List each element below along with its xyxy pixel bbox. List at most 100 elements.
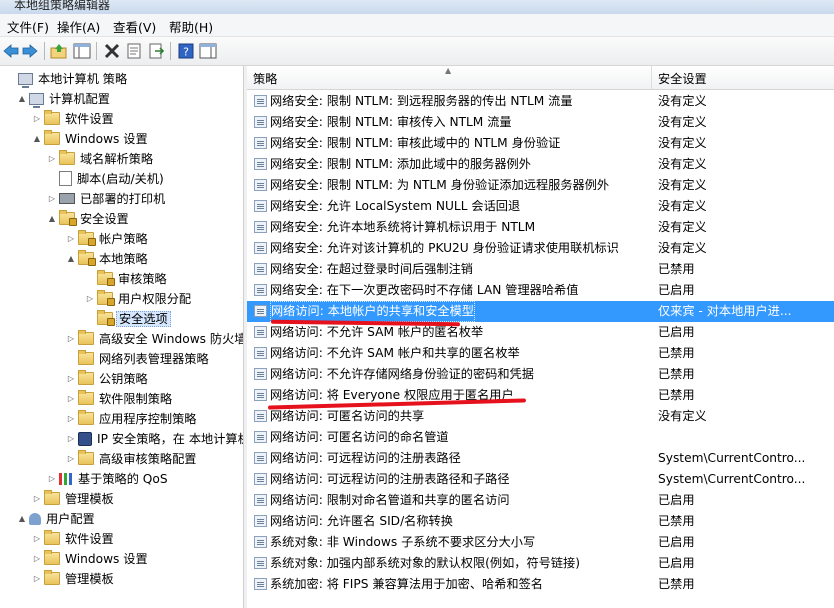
up-folder-icon[interactable] — [50, 42, 68, 60]
tree-node[interactable]: 安全选项 — [85, 308, 171, 328]
expand-toggle-icon[interactable]: ▷ — [66, 429, 76, 449]
console-tree[interactable]: 本地计算机 策略 ▲ 计算机配置 ▷ 软件设置 ▲ Windows 设置 ▷ 域名解析策略 脚本(… — [0, 66, 244, 608]
tree-node[interactable]: 脚本(启动/关机) — [47, 168, 166, 188]
tree-node-label: 管理模板 — [65, 571, 114, 586]
table-row[interactable]: 系统对象: 加强内部系统对象的默认权限(例如，符号链接) 已启用 — [247, 553, 834, 574]
tree-node[interactable]: ▷ IP 安全策略，在 本地计算机 — [66, 428, 243, 449]
tree-node[interactable]: ▲ 安全设置 — [47, 208, 131, 228]
tree-node[interactable]: ▲ 计算机配置 — [17, 88, 112, 108]
expand-toggle-icon[interactable]: ▲ — [66, 249, 76, 269]
policy-name: 网络访问: 不允许 SAM 帐户和共享的匿名枚举 — [270, 346, 520, 360]
tree-node[interactable]: ▷ 高级安全 Windows 防火墙 — [66, 328, 243, 349]
expand-toggle-icon[interactable]: ▷ — [66, 449, 76, 469]
show-tree-icon[interactable] — [73, 42, 91, 60]
expand-toggle-icon[interactable]: ▷ — [85, 289, 95, 309]
forward-arrow-icon[interactable] — [21, 42, 39, 60]
tree-node[interactable]: ▷ 基于策略的 QoS — [47, 468, 170, 488]
table-row[interactable]: 系统对象: 非 Windows 子系统不要求区分大小写 已启用 — [247, 532, 834, 553]
tree-node[interactable]: 本地计算机 策略 — [6, 68, 129, 88]
show-action-pane-icon[interactable] — [199, 42, 217, 60]
menu-file[interactable]: 文件(F) — [5, 17, 51, 36]
expand-toggle-icon[interactable]: ▷ — [47, 469, 57, 489]
tree-node[interactable]: ▷ 应用程序控制策略 — [66, 408, 199, 428]
export-icon[interactable] — [147, 42, 165, 60]
expand-toggle-icon[interactable]: ▷ — [32, 569, 42, 589]
expand-toggle-icon[interactable]: ▷ — [47, 189, 57, 209]
security-folder-icon — [97, 290, 115, 306]
help-icon[interactable]: ? — [177, 42, 195, 60]
table-row[interactable]: 网络访问: 允许匿名 SID/名称转换 已禁用 — [247, 511, 834, 532]
tree-node[interactable]: ▷ 帐户策略 — [66, 228, 150, 248]
column-header-security-setting[interactable]: 安全设置 — [652, 66, 834, 89]
tree-node[interactable]: ▷ 管理模板 — [32, 488, 116, 508]
tree-node[interactable]: ▷ 软件设置 — [32, 528, 116, 548]
security-setting-value: 已启用 — [658, 535, 695, 549]
expand-toggle-icon[interactable]: ▲ — [17, 509, 27, 529]
tree-node[interactable]: ▷ 高级审核策略配置 — [66, 448, 199, 468]
expand-toggle-icon[interactable]: ▷ — [32, 529, 42, 549]
table-row[interactable]: 网络安全: 允许对该计算机的 PKU2U 身份验证请求使用联机标识 没有定义 — [247, 238, 834, 259]
policy-icon — [254, 557, 267, 569]
tree-node[interactable]: ▷ Windows 设置 — [32, 548, 150, 568]
menu-action[interactable]: 操作(A) — [55, 17, 102, 36]
tree-node[interactable]: ▲ 用户配置 — [17, 508, 97, 528]
table-row[interactable]: 网络安全: 限制 NTLM: 审核传入 NTLM 流量 没有定义 — [247, 112, 834, 133]
tree-node-label: 已部署的打印机 — [80, 191, 166, 206]
table-row[interactable]: 网络访问: 不允许存储网络身份验证的密码和凭据 已禁用 — [247, 364, 834, 385]
table-row[interactable]: 网络访问: 本地帐户的共享和安全模型 仅来宾 - 对本地用户进... — [247, 301, 834, 322]
properties-icon[interactable] — [125, 42, 143, 60]
tree-node[interactable]: ▲ 本地策略 — [66, 248, 150, 268]
security-setting-value: 已启用 — [658, 556, 695, 570]
menu-view[interactable]: 查看(V) — [111, 17, 158, 36]
folder-icon — [44, 530, 60, 545]
table-row[interactable]: 网络访问: 不允许 SAM 帐户的匿名枚举 已启用 — [247, 322, 834, 343]
expand-toggle-icon[interactable]: ▷ — [66, 229, 76, 249]
table-row[interactable]: 网络访问: 可远程访问的注册表路径 System\CurrentContro... — [247, 448, 834, 469]
table-row[interactable]: 网络访问: 可匿名访问的共享 没有定义 — [247, 406, 834, 427]
menu-help[interactable]: 帮助(H) — [167, 17, 215, 36]
tree-node[interactable]: ▷ 域名解析策略 — [47, 148, 155, 168]
toolbar: ? — [0, 37, 834, 66]
expand-toggle-icon[interactable]: ▷ — [66, 329, 76, 349]
tree-node-label: 基于策略的 QoS — [78, 471, 168, 486]
table-row[interactable]: 网络访问: 限制对命名管道和共享的匿名访问 已启用 — [247, 490, 834, 511]
table-row[interactable]: 网络安全: 限制 NTLM: 到远程服务器的传出 NTLM 流量 没有定义 — [247, 91, 834, 112]
table-row[interactable]: 网络安全: 限制 NTLM: 添加此域中的服务器例外 没有定义 — [247, 154, 834, 175]
tree-node[interactable]: ▷ 软件设置 — [32, 108, 116, 128]
expand-toggle-icon[interactable]: ▷ — [32, 109, 42, 129]
delete-icon[interactable] — [103, 42, 121, 60]
expand-toggle-icon[interactable]: ▲ — [17, 89, 27, 109]
table-row[interactable]: 网络安全: 在下一次更改密码时不存储 LAN 管理器哈希值 已启用 — [247, 280, 834, 301]
tree-node[interactable]: ▷ 公钥策略 — [66, 368, 150, 388]
tree-node[interactable]: ▲ Windows 设置 — [32, 128, 150, 148]
tree-node[interactable]: ▷ 用户权限分配 — [85, 288, 193, 308]
table-row[interactable]: 网络安全: 限制 NTLM: 审核此域中的 NTLM 身份验证 没有定义 — [247, 133, 834, 154]
expand-toggle-icon[interactable]: ▷ — [47, 149, 57, 169]
tree-node[interactable]: ▷ 管理模板 — [32, 568, 116, 588]
table-row[interactable]: 网络安全: 允许本地系统将计算机标识用于 NTLM 没有定义 — [247, 217, 834, 238]
expand-toggle-icon[interactable]: ▷ — [32, 549, 42, 569]
tree-node[interactable]: ▷ 软件限制策略 — [66, 388, 174, 408]
expand-toggle-icon[interactable]: ▷ — [66, 369, 76, 389]
table-row[interactable]: 网络访问: 可远程访问的注册表路径和子路径 System\CurrentContr… — [247, 469, 834, 490]
list-header: 策略 ▲ 安全设置 — [247, 66, 834, 90]
table-row[interactable]: 网络安全: 允许 LocalSystem NULL 会话回退 没有定义 — [247, 196, 834, 217]
table-row[interactable]: 网络安全: 限制 NTLM: 为 NTLM 身份验证添加远程服务器例外 没有定义 — [247, 175, 834, 196]
policy-name: 网络访问: 可远程访问的注册表路径和子路径 — [270, 472, 510, 486]
tree-node[interactable]: 审核策略 — [85, 268, 169, 288]
tree-node[interactable]: 网络列表管理器策略 — [66, 348, 211, 368]
expand-toggle-icon[interactable]: ▷ — [66, 409, 76, 429]
table-row[interactable]: 网络访问: 可匿名访问的命名管道 — [247, 427, 834, 448]
expand-toggle-icon[interactable]: ▷ — [66, 389, 76, 409]
policy-list[interactable]: 策略 ▲ 安全设置 网络安全: 限制 NTLM: 到远程服务器的传出 NTLM … — [247, 66, 834, 608]
back-arrow-icon[interactable] — [2, 42, 20, 60]
expand-toggle-icon[interactable]: ▷ — [32, 489, 42, 509]
table-row[interactable]: 系统加密: 将 FIPS 兼容算法用于加密、哈希和签名 已禁用 — [247, 574, 834, 595]
tree-node[interactable]: ▷ 已部署的打印机 — [47, 188, 167, 208]
policy-name: 网络安全: 限制 NTLM: 为 NTLM 身份验证添加远程服务器例外 — [270, 178, 610, 192]
security-folder-icon — [97, 310, 115, 326]
table-row[interactable]: 网络访问: 不允许 SAM 帐户和共享的匿名枚举 已禁用 — [247, 343, 834, 364]
expand-toggle-icon[interactable]: ▲ — [32, 129, 42, 149]
expand-toggle-icon[interactable]: ▲ — [47, 209, 57, 229]
table-row[interactable]: 网络安全: 在超过登录时间后强制注销 已禁用 — [247, 259, 834, 280]
